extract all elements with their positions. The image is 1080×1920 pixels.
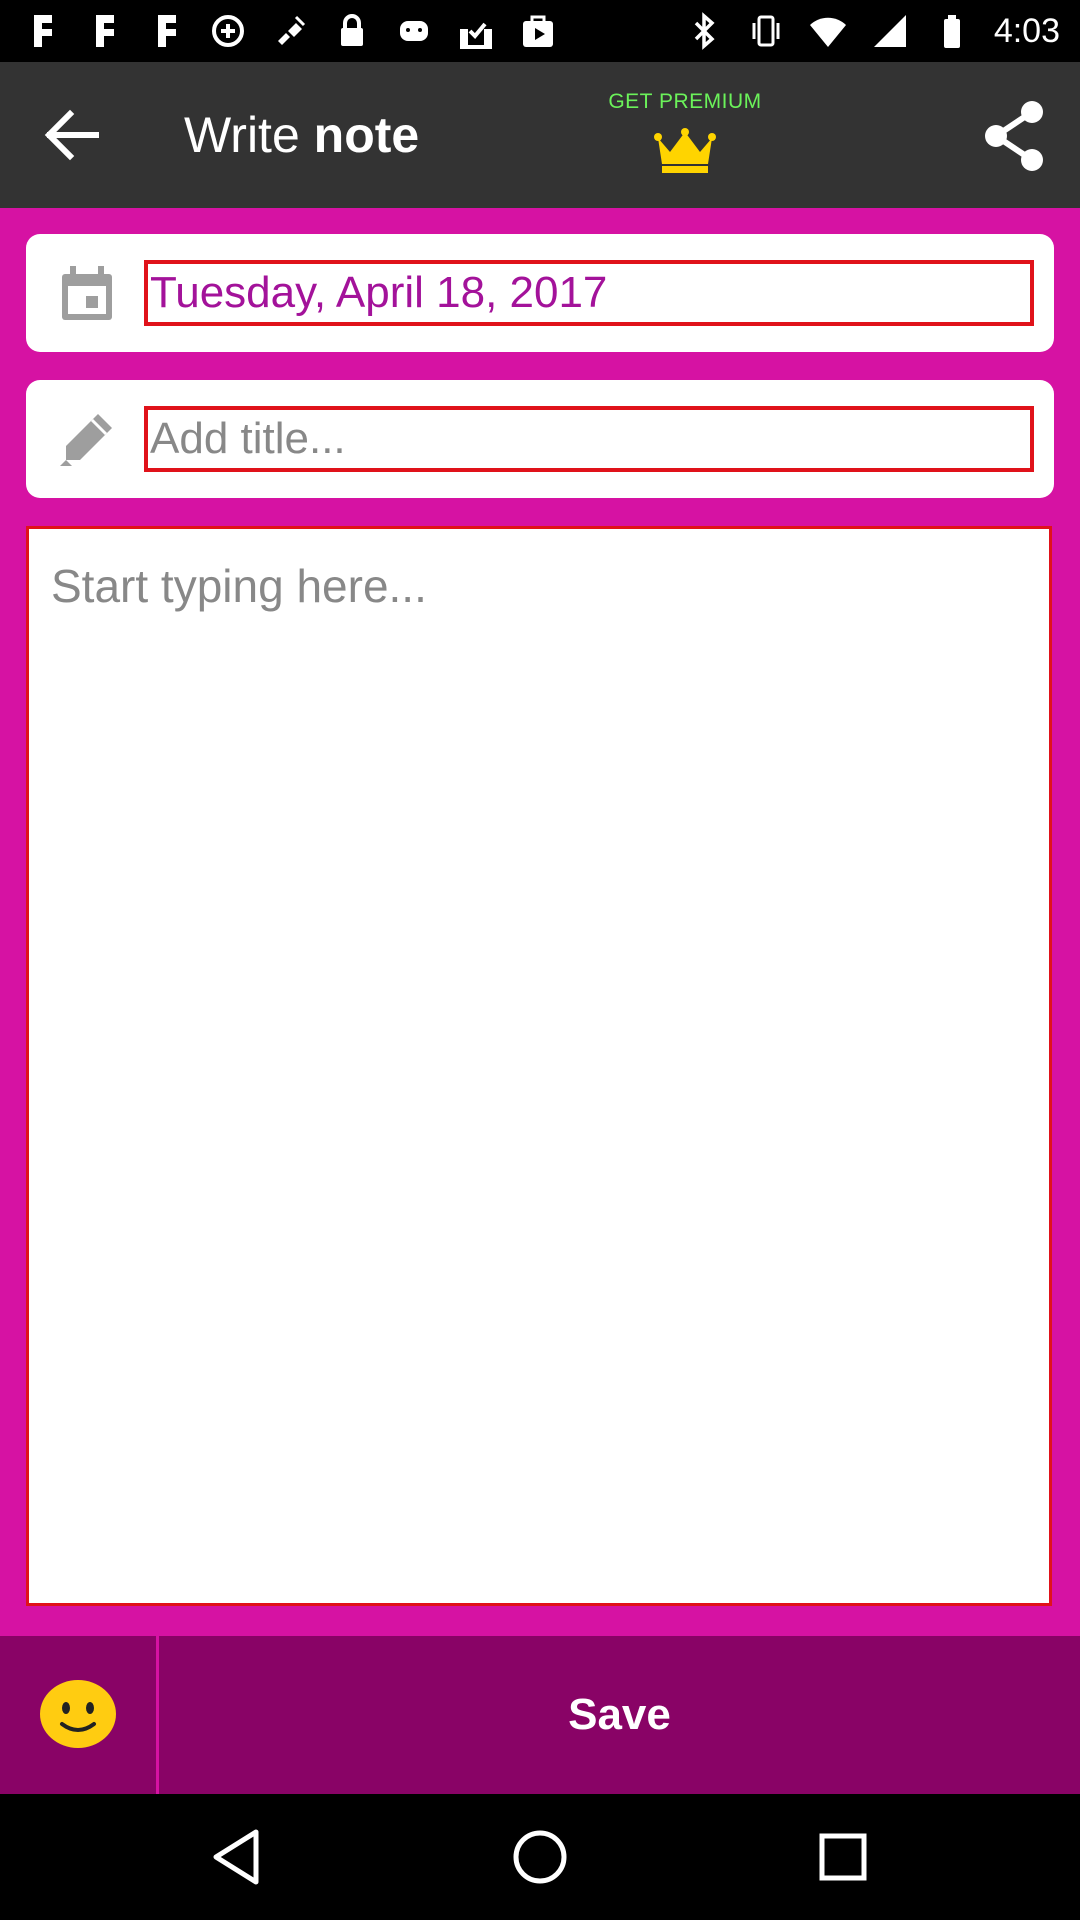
play-store-icon (523, 15, 553, 47)
share-icon (985, 101, 1043, 171)
title-input[interactable]: Add title... (144, 406, 1034, 472)
premium-label: GET PREMIUM (608, 90, 762, 113)
bluetooth-icon (694, 12, 715, 50)
android-icon (400, 21, 428, 41)
date-card: Tuesday, April 18, 2017 (26, 234, 1054, 352)
battery-icon (943, 15, 960, 48)
note-body-textarea[interactable]: Start typing here... (26, 526, 1052, 1606)
status-system-icons: 4:03 (684, 8, 1060, 54)
status-notification-icons (22, 8, 558, 54)
status-time: 4:03 (993, 11, 1060, 50)
pencil-icon (60, 414, 112, 466)
facebook-icon (96, 15, 114, 47)
arrow-back-icon (44, 109, 99, 161)
calendar-icon (62, 266, 112, 320)
vibrate-icon (752, 15, 780, 47)
note-placeholder: Start typing here... (51, 560, 427, 612)
title-card: Add title... (26, 380, 1054, 498)
task-check-icon (460, 22, 492, 49)
fake-gps-icon (278, 15, 306, 45)
page-title: Write note (184, 104, 419, 166)
system-nav-bar (0, 1794, 1080, 1920)
note-editor: Tuesday, April 18, 2017 Add title... Sta… (0, 208, 1080, 1636)
back-button[interactable] (36, 104, 108, 166)
facebook-icon (34, 15, 52, 47)
save-button[interactable]: Save (159, 1636, 1080, 1794)
data-saver-icon (212, 15, 244, 47)
crown-icon (654, 128, 716, 173)
lock-icon (341, 14, 363, 46)
bottom-bar: Save (0, 1636, 1080, 1794)
nav-recents-icon[interactable] (810, 1824, 876, 1890)
smiley-icon (40, 1680, 116, 1748)
signal-icon (873, 15, 906, 47)
nav-home-icon[interactable] (507, 1824, 573, 1890)
wifi-icon (809, 17, 846, 47)
emoji-button[interactable] (0, 1636, 159, 1794)
status-bar: 4:03 (0, 0, 1080, 62)
page-title-regular: Write (184, 107, 300, 163)
share-button[interactable] (982, 98, 1048, 174)
app-bar: Write note GET PREMIUM (0, 62, 1080, 208)
get-premium-button[interactable]: GET PREMIUM (590, 90, 780, 200)
nav-back-icon[interactable] (206, 1824, 272, 1890)
facebook-icon (158, 15, 176, 47)
page-title-bold: note (313, 107, 420, 163)
date-field[interactable]: Tuesday, April 18, 2017 (144, 260, 1034, 326)
